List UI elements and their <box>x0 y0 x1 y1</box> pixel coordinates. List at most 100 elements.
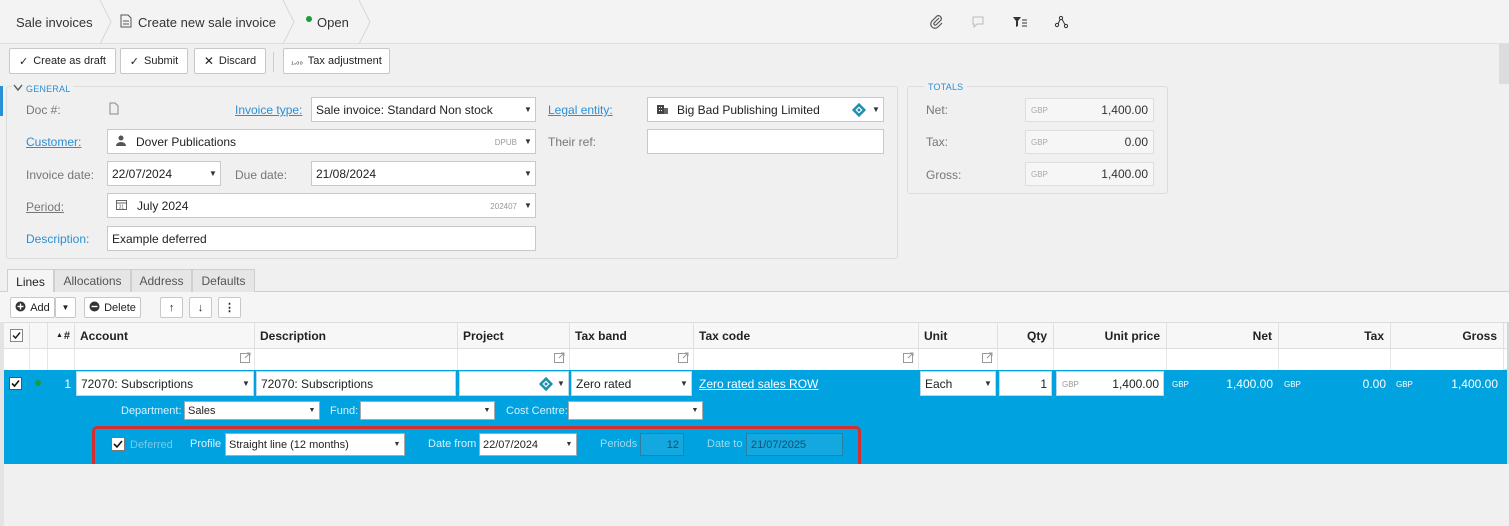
due-date-picker[interactable]: 21/08/2024 ▼ <box>311 161 536 186</box>
add-line-button[interactable]: Add <box>10 297 55 318</box>
tax-band-value: Zero rated <box>576 376 632 391</box>
period-label[interactable]: Period: <box>26 198 64 216</box>
tax-band-cell-select[interactable]: Zero rated ▼ <box>571 371 692 396</box>
invoice-date-picker[interactable]: 22/07/2024 ▼ <box>107 161 221 186</box>
comment-icon[interactable] <box>968 12 988 32</box>
more-vertical-icon: ⋮ <box>224 302 235 314</box>
move-up-button[interactable]: ↑ <box>160 297 183 318</box>
open-filter-icon[interactable] <box>554 352 565 366</box>
unit-price-cell-input[interactable]: GBP 1,400.00 <box>1056 371 1164 396</box>
breadcrumb-separator <box>282 0 296 45</box>
tab-address[interactable]: Address <box>131 269 192 292</box>
invoice-date-label: Invoice date: <box>26 168 95 182</box>
create-as-draft-button[interactable]: ✓ Create as draft <box>9 48 116 74</box>
general-section-header[interactable]: GENERAL <box>12 82 74 96</box>
unit-column-header[interactable]: Unit <box>919 322 998 349</box>
account-cell-select[interactable]: 72070: Subscriptions ▼ <box>76 371 254 396</box>
description-input[interactable]: Example deferred <box>107 226 536 251</box>
paperclip-icon[interactable] <box>927 12 947 32</box>
invoice-type-label[interactable]: Invoice type: <box>235 101 302 119</box>
net-column-header[interactable]: Net <box>1167 322 1279 349</box>
tab-defaults[interactable]: Defaults <box>192 269 255 292</box>
tax-total-value: 0.00 <box>1124 135 1148 149</box>
tab-lines[interactable]: Lines <box>7 269 54 293</box>
breadcrumb-sale-invoices[interactable]: Sale invoices <box>16 0 93 44</box>
share-icon[interactable] <box>1051 12 1071 32</box>
move-down-button[interactable]: ↓ <box>189 297 212 318</box>
their-ref-input[interactable] <box>647 129 884 154</box>
discard-button[interactable]: ✕ Discard <box>194 48 266 74</box>
legal-entity-select[interactable]: Big Bad Publishing Limited ▼ <box>647 97 884 122</box>
filter-cell[interactable] <box>255 349 458 370</box>
filter-cell[interactable] <box>570 349 694 370</box>
tab-label: Allocations <box>63 274 122 288</box>
lookup-diamond-icon[interactable] <box>538 376 554 392</box>
page-scrollbar[interactable] <box>1499 44 1509 84</box>
customer-value: Dover Publications <box>136 134 237 149</box>
tax-column-header[interactable]: Tax <box>1279 322 1391 349</box>
open-filter-icon[interactable] <box>982 352 993 366</box>
minus-circle-icon <box>89 301 100 315</box>
net-total-field: GBP 1,400.00 <box>1025 98 1154 122</box>
filter-cell[interactable] <box>998 349 1054 370</box>
net-value: 1,400.00 <box>1226 377 1273 391</box>
tax-adjustment-button[interactable]: ₁,₀₀ Tax adjustment <box>283 48 390 74</box>
row-checkbox[interactable] <box>9 377 22 393</box>
filter-cell[interactable] <box>694 349 919 370</box>
customer-label[interactable]: Customer: <box>26 133 81 151</box>
column-label: Qty <box>1026 328 1047 343</box>
project-cell-select[interactable]: ▼ <box>459 371 569 396</box>
invoice-type-value: Sale invoice: Standard Non stock <box>316 102 493 117</box>
number-column-header[interactable]: ▲ # <box>48 322 75 349</box>
project-column-header[interactable]: Project <box>458 322 570 349</box>
open-filter-icon[interactable] <box>240 352 251 366</box>
chevron-down-icon: ▼ <box>242 379 250 388</box>
unit-price-column-header[interactable]: Unit price <box>1054 322 1167 349</box>
delete-line-button[interactable]: Delete <box>84 297 141 318</box>
lookup-diamond-icon[interactable] <box>851 102 867 118</box>
tax-code-link[interactable]: Zero rated sales ROW <box>699 377 818 391</box>
filter-cell <box>30 349 48 370</box>
description-column-header[interactable]: Description <box>255 322 458 349</box>
more-options-button[interactable]: ⋮ <box>218 297 241 318</box>
unit-cell-select[interactable]: Each ▼ <box>920 371 996 396</box>
filter-cell[interactable] <box>1279 349 1391 370</box>
chevron-down-icon: ▼ <box>680 379 688 388</box>
breadcrumb-create-invoice[interactable]: Create new sale invoice <box>120 0 276 44</box>
filter-cell[interactable] <box>1054 349 1167 370</box>
customer-select[interactable]: Dover Publications DPUB ▼ <box>107 129 536 154</box>
currency-label: GBP <box>1284 380 1301 389</box>
currency-label: GBP <box>1031 105 1048 115</box>
department-select[interactable]: Sales ▼ <box>184 401 320 420</box>
account-column-header[interactable]: Account <box>75 322 255 349</box>
add-line-dropdown[interactable]: ▼ <box>55 297 76 318</box>
filter-cell[interactable] <box>1391 349 1504 370</box>
submit-button[interactable]: ✓ Submit <box>120 48 188 74</box>
currency-label: GBP <box>1031 137 1048 147</box>
qty-cell-input[interactable]: 1 <box>999 371 1052 396</box>
filter-cell[interactable] <box>1167 349 1279 370</box>
open-filter-icon[interactable] <box>903 352 914 366</box>
gross-column-header[interactable]: Gross <box>1391 322 1504 349</box>
description-cell-input[interactable]: 72070: Subscriptions <box>256 371 456 396</box>
check-icon: ✓ <box>129 55 139 68</box>
qty-column-header[interactable]: Qty <box>998 322 1054 349</box>
tab-allocations[interactable]: Allocations <box>54 269 131 292</box>
select-all-checkbox[interactable] <box>4 322 30 349</box>
net-label: Net: <box>926 103 949 117</box>
open-filter-icon[interactable] <box>678 352 689 366</box>
tax-band-column-header[interactable]: Tax band <box>570 322 694 349</box>
chevron-down-icon: ▼ <box>984 379 992 388</box>
tax-code-column-header[interactable]: Tax code <box>694 322 919 349</box>
filter-list-icon[interactable] <box>1010 12 1030 32</box>
tax-adjust-icon: ₁,₀₀ <box>291 56 303 66</box>
gross-total-field: GBP 1,400.00 <box>1025 162 1154 186</box>
breadcrumb-separator <box>99 0 113 45</box>
fund-select[interactable]: ▼ <box>360 401 495 420</box>
cost-centre-select[interactable]: ▼ <box>568 401 703 420</box>
document-icon <box>120 14 132 31</box>
invoice-type-select[interactable]: Sale invoice: Standard Non stock ▼ <box>311 97 536 122</box>
period-select[interactable]: 31 July 2024 202407 ▼ <box>107 193 536 218</box>
legal-entity-label[interactable]: Legal entity: <box>548 101 613 119</box>
filter-cell[interactable] <box>75 349 255 370</box>
